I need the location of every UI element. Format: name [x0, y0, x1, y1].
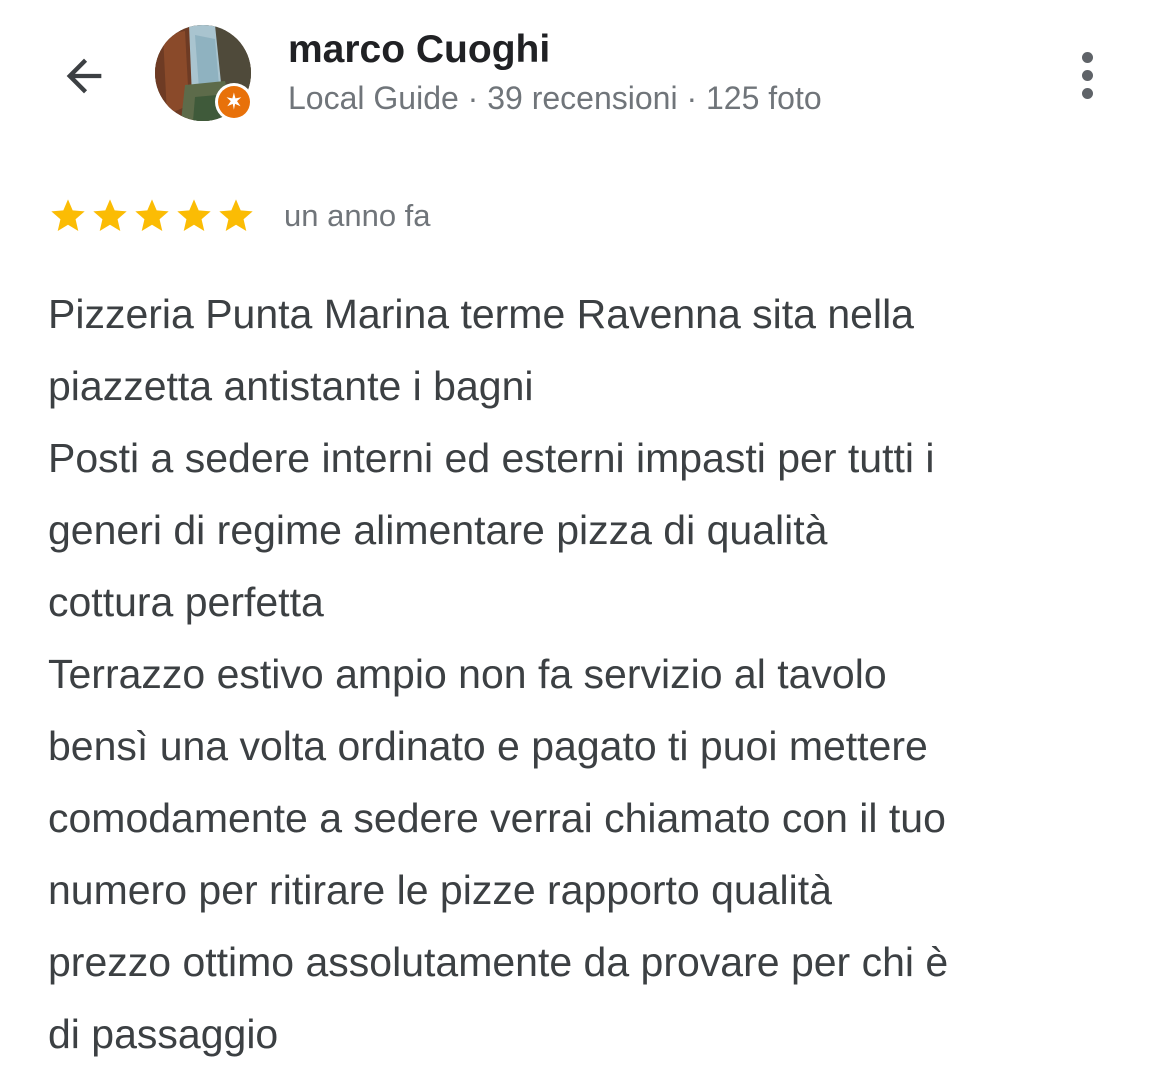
- star-icon: [135, 199, 169, 231]
- review-text-line: di passaggio: [48, 1011, 279, 1057]
- more-vertical-icon-dot-1: [1081, 51, 1093, 63]
- review-date: un anno fa: [284, 198, 431, 233]
- review-text-line: Pizzeria Punta Marina terme Ravenna sita…: [48, 291, 914, 337]
- more-options-button[interactable]: [1060, 42, 1114, 108]
- review-text-line: cottura perfetta: [48, 579, 324, 625]
- star-icon: [51, 199, 85, 231]
- reviewer-header: marco Cuoghi Local Guide · 39 recensioni…: [0, 0, 1170, 150]
- rating-row: un anno fa: [48, 192, 431, 240]
- back-button[interactable]: [52, 44, 116, 108]
- arrow-back-icon: [66, 58, 102, 94]
- review-text-line: Posti a sedere interni ed esterni impast…: [48, 435, 935, 481]
- star-icon: [93, 199, 127, 231]
- star-rating: [48, 196, 256, 236]
- review-body: Pizzeria Punta Marina terme Ravenna sita…: [48, 278, 1133, 1070]
- reviewer-name[interactable]: marco Cuoghi: [288, 28, 550, 72]
- badge-circle: [218, 86, 250, 118]
- local-guide-badge: [215, 83, 253, 121]
- review-text-line: prezzo ottimo assolutamente da provare p…: [48, 939, 949, 985]
- reviewer-meta: Local Guide · 39 recensioni · 125 foto: [288, 80, 822, 116]
- review-text-line: piazzetta antistante i bagni: [48, 363, 534, 409]
- reviewer-avatar-container[interactable]: [155, 25, 255, 125]
- review-text-line: numero per ritirare le pizze rapporto qu…: [48, 867, 832, 913]
- review-text-line: bensì una volta ordinato e pagato ti puo…: [48, 723, 928, 769]
- star-icon: [219, 199, 253, 231]
- review-text-line: comodamente a sedere verrai chiamato con…: [48, 795, 946, 841]
- star-icon: [177, 199, 211, 231]
- review-text-line: generi di regime alimentare pizza di qua…: [48, 507, 828, 553]
- local-guide-star-icon: [226, 92, 242, 110]
- more-vertical-icon-dot-2: [1081, 69, 1093, 81]
- more-vertical-icon-dot-3: [1081, 87, 1093, 99]
- review-text-line: Terrazzo estivo ampio non fa servizio al…: [48, 651, 887, 697]
